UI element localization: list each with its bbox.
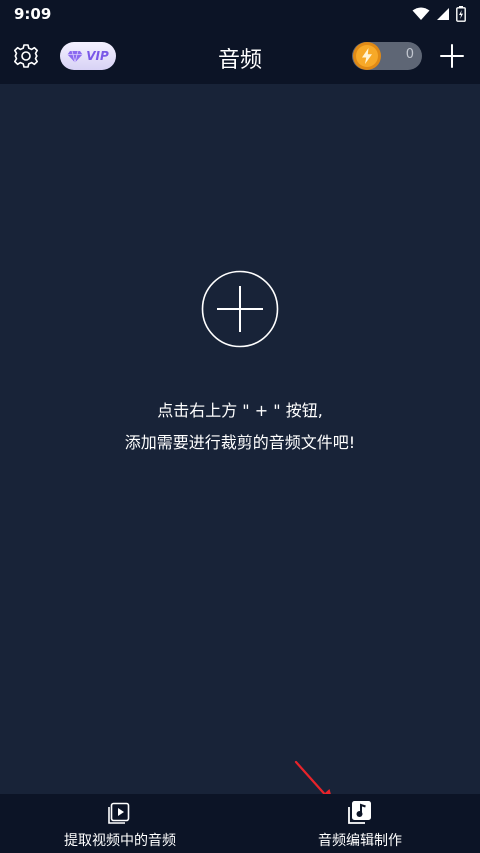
status-bar: 9:09 bbox=[0, 0, 480, 28]
music-stack-icon bbox=[348, 801, 371, 824]
empty-state: 点击右上方 " + " 按钮, 添加需要进行裁剪的音频文件吧! bbox=[0, 84, 480, 806]
status-time: 9:09 bbox=[14, 5, 52, 23]
video-play-icon bbox=[108, 802, 130, 824]
add-audio-button[interactable] bbox=[201, 270, 279, 348]
circle-plus-icon bbox=[201, 270, 279, 348]
signal-icon bbox=[437, 8, 449, 20]
bottom-nav: 提取视频中的音频 音频编辑制作 bbox=[0, 794, 480, 853]
wifi-icon bbox=[412, 7, 430, 20]
hint-text-line2: 添加需要进行裁剪的音频文件吧! bbox=[124, 433, 356, 452]
app-bar: VIP 音频 0 bbox=[0, 28, 480, 84]
hint-text-line1: 点击右上方 " + " 按钮, bbox=[157, 401, 323, 420]
tab-audio-edit[interactable]: 音频编辑制作 bbox=[240, 794, 480, 853]
add-button[interactable] bbox=[438, 42, 466, 70]
battery-icon bbox=[456, 6, 466, 22]
status-icons bbox=[412, 6, 466, 22]
credit-toggle[interactable]: 0 bbox=[352, 42, 422, 70]
tab-audio-edit-label: 音频编辑制作 bbox=[318, 833, 402, 849]
lightning-coin-icon bbox=[353, 42, 381, 70]
tab-extract-audio-label: 提取视频中的音频 bbox=[64, 833, 176, 849]
tab-extract-audio[interactable]: 提取视频中的音频 bbox=[0, 794, 240, 853]
plus-icon bbox=[440, 44, 464, 68]
credit-count: 0 bbox=[405, 47, 414, 62]
